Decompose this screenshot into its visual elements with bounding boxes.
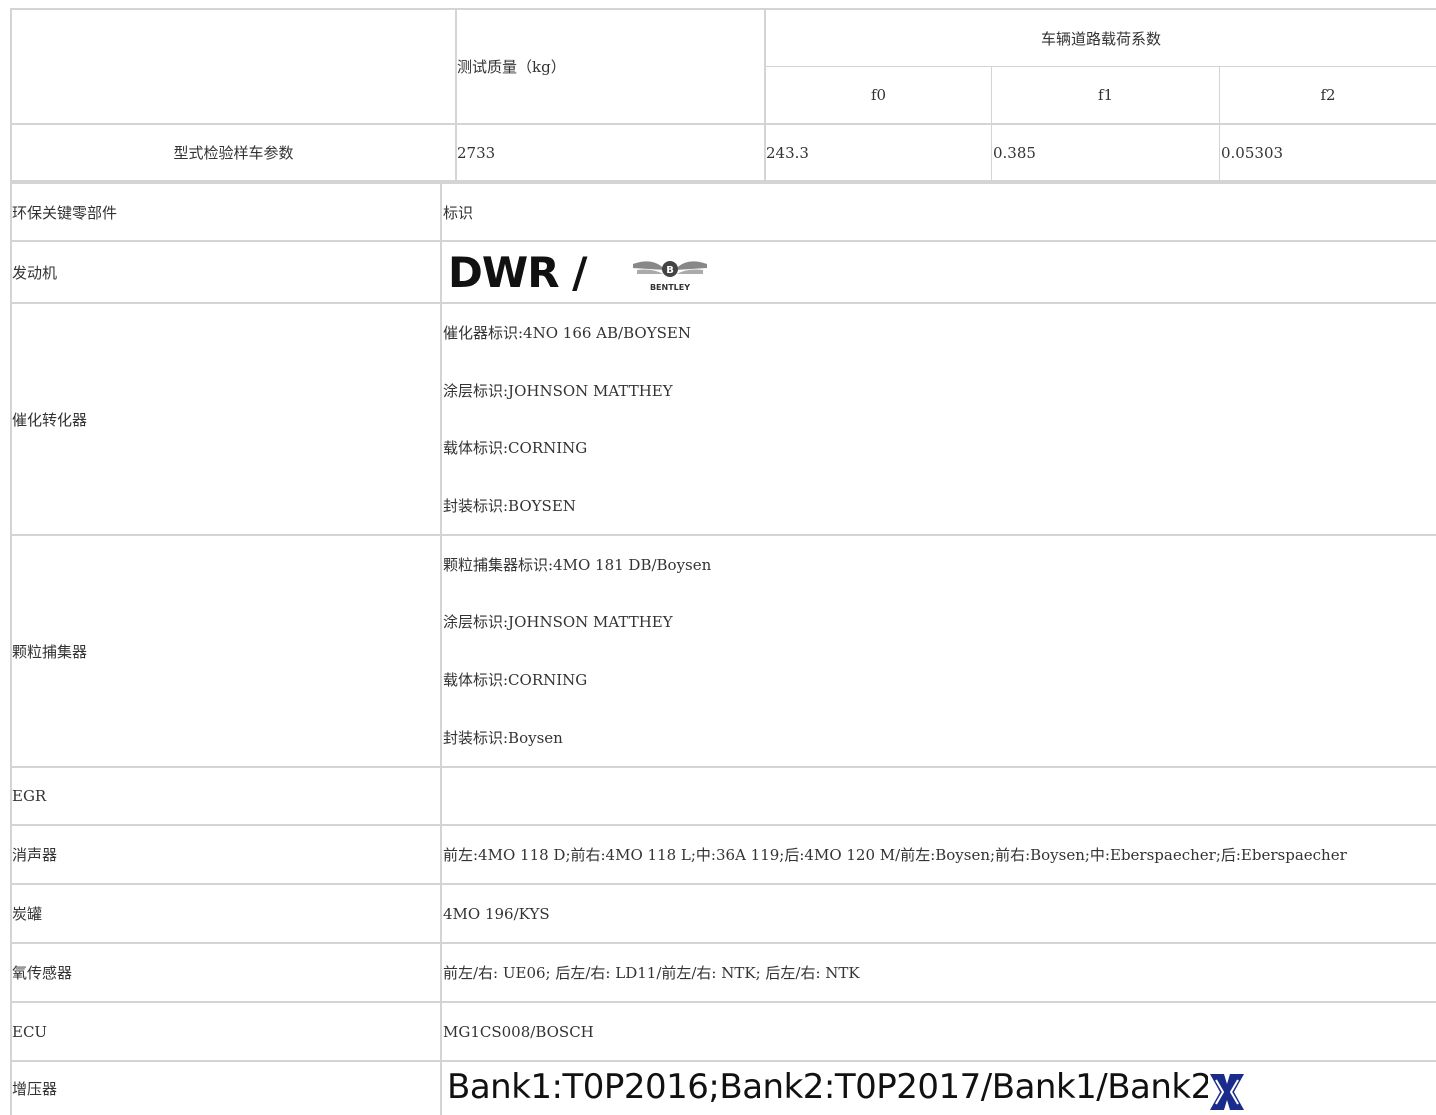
oxygen-sensor-value: 前左/右: UE06; 后左/右: LD11/前左/右: NTK; 后左/右: … bbox=[443, 964, 860, 982]
ecu-label: ECU bbox=[12, 1022, 48, 1041]
coeff-f0-value: 243.3 bbox=[766, 143, 809, 162]
catalyst-coating-line: 涂层标识:JOHNSON MATTHEY bbox=[443, 382, 673, 400]
test-mass-value: 2733 bbox=[457, 143, 496, 162]
turbo-brand-icon bbox=[1208, 1072, 1246, 1112]
turbocharger-label: 增压器 bbox=[12, 1080, 58, 1098]
coeff-f2-value: 0.05303 bbox=[1221, 143, 1284, 162]
mark-header: 标识 bbox=[443, 203, 474, 222]
oxygen-sensor-label: 氧传感器 bbox=[12, 964, 73, 982]
particulate-filter-label: 颗粒捕集器 bbox=[12, 642, 88, 661]
catalyst-mark-line: 催化器标识:4NO 166 AB/BOYSEN bbox=[443, 324, 691, 342]
particulate-coating-line: 涂层标识:JOHNSON MATTHEY bbox=[443, 613, 673, 631]
svg-text:BENTLEY: BENTLEY bbox=[650, 283, 690, 292]
particulate-carrier-line: 载体标识:CORNING bbox=[443, 671, 588, 689]
catalyst-carrier-line: 载体标识:CORNING bbox=[443, 439, 588, 457]
test-mass-header: 测试质量（kg） bbox=[457, 58, 566, 76]
coeff-f1-value: 0.385 bbox=[993, 143, 1036, 162]
catalyst-package-line: 封装标识:BOYSEN bbox=[443, 497, 576, 515]
canister-value: 4MO 196/KYS bbox=[443, 904, 550, 923]
canister-label: 炭罐 bbox=[12, 905, 43, 923]
engine-mark-logo: DWR / bbox=[448, 248, 587, 297]
turbocharger-mark-image-text: Bank1:T0P2016;Bank2:T0P2017/Bank1/Bank2: bbox=[447, 1067, 1223, 1107]
road-load-coeff-header: 车辆道路载荷系数 bbox=[1040, 29, 1161, 48]
engine-label: 发动机 bbox=[12, 263, 58, 282]
component-header: 环保关键零部件 bbox=[12, 203, 118, 222]
muffler-label: 消声器 bbox=[12, 846, 58, 864]
egr-label: EGR bbox=[12, 787, 47, 805]
coeff-f1-header: f1 bbox=[1097, 86, 1114, 104]
bentley-logo-icon: B BENTLEY bbox=[633, 261, 707, 292]
muffler-value: 前左:4MO 118 D;前右:4MO 118 L;中:36A 119;后:4M… bbox=[443, 846, 1347, 864]
catalyst-label: 催化转化器 bbox=[12, 410, 88, 429]
coeff-f0-header: f0 bbox=[870, 86, 887, 104]
svg-text:B: B bbox=[666, 265, 674, 276]
ecu-value: MG1CS008/BOSCH bbox=[443, 1022, 594, 1041]
particulate-mark-line: 颗粒捕集器标识:4MO 181 DB/Boysen bbox=[443, 556, 712, 574]
type-test-row-label: 型式检验样车参数 bbox=[173, 144, 294, 162]
coeff-f2-header: f2 bbox=[1320, 86, 1336, 104]
particulate-package-line: 封装标识:Boysen bbox=[443, 729, 563, 747]
